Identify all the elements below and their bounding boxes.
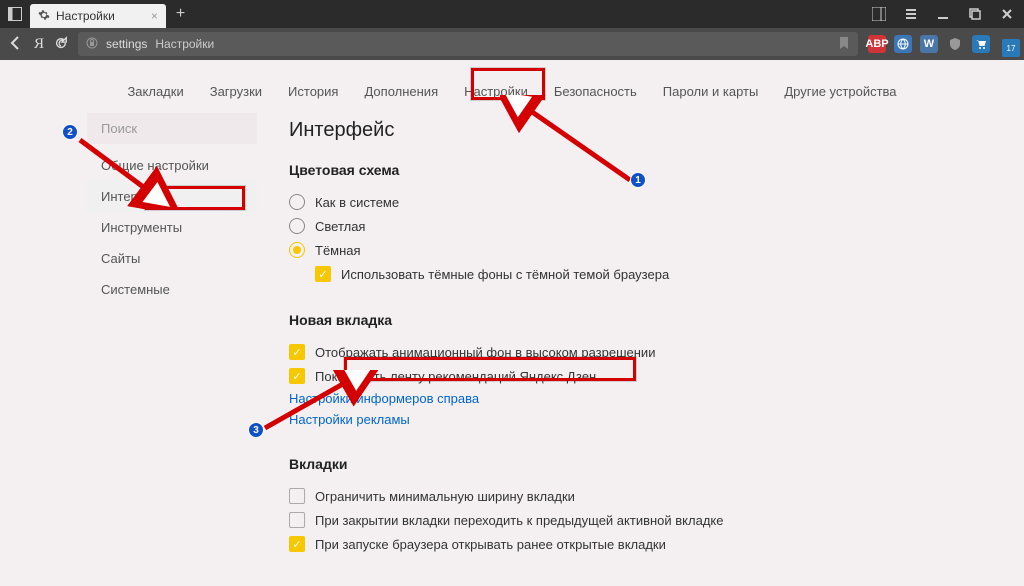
browser-tab[interactable]: Настройки × [30, 4, 166, 28]
nav-passwords[interactable]: Пароли и карты [661, 80, 761, 103]
site-lock-icon [86, 37, 98, 52]
shield-icon[interactable] [946, 35, 964, 53]
settings-main: Интерфейс Цветовая схема Как в системе С… [277, 113, 937, 586]
minimize-icon[interactable] [934, 7, 952, 21]
check-zen-feed[interactable]: ✓Показывать ленту рекомендаций Яндекс.Дз… [289, 364, 925, 388]
maximize-icon[interactable] [966, 7, 984, 21]
settings-topnav: Закладки Загрузки История Дополнения Нас… [0, 60, 1024, 113]
nav-security[interactable]: Безопасность [552, 80, 639, 103]
close-window-icon[interactable] [998, 7, 1016, 21]
radio-system[interactable]: Как в системе [289, 190, 925, 214]
sidebar-search[interactable]: Поиск [87, 113, 257, 144]
yandex-home-icon[interactable]: Я [34, 36, 44, 53]
sidebar-item-interface[interactable]: Интерфейс [87, 181, 257, 212]
radio-light[interactable]: Светлая [289, 214, 925, 238]
link-ads[interactable]: Настройки рекламы [289, 409, 925, 430]
cart-extension-icon[interactable] [972, 35, 990, 53]
section-new-tab: Новая вкладка [289, 312, 925, 328]
reload-icon[interactable] [54, 36, 68, 53]
annotation-number-1: 1 [630, 172, 646, 188]
omnibox-prefix: settings [106, 37, 147, 51]
adblock-icon[interactable]: ABP [868, 35, 886, 53]
check-dark-backgrounds[interactable]: ✓Использовать тёмные фоны с тёмной темой… [289, 262, 925, 286]
check-min-width[interactable]: Ограничить минимальную ширину вкладки [289, 484, 925, 508]
globe-extension-icon[interactable] [894, 35, 912, 53]
window-titlebar: Настройки × + [0, 0, 1024, 28]
annotation-number-2: 2 [62, 124, 78, 140]
omnibox[interactable]: settings Настройки [78, 32, 858, 56]
link-informers[interactable]: Настройки информеров справа [289, 388, 925, 409]
omnibox-text: Настройки [155, 37, 214, 51]
downloads-icon[interactable]: 17 [998, 35, 1016, 53]
panel-icon[interactable] [870, 7, 888, 21]
address-toolbar: Я settings Настройки ABP W 17 [0, 28, 1024, 60]
gear-icon [38, 9, 50, 24]
close-tab-icon[interactable]: × [121, 9, 158, 23]
sidebar-item-sites[interactable]: Сайты [87, 243, 257, 274]
nav-history[interactable]: История [286, 80, 340, 103]
back-icon[interactable] [8, 35, 24, 54]
sidebar-item-tools[interactable]: Инструменты [87, 212, 257, 243]
sidebar-toggle-icon[interactable] [0, 7, 30, 21]
sidebar-item-system[interactable]: Системные [87, 274, 257, 305]
check-anim-background[interactable]: ✓Отображать анимационный фон в высоком р… [289, 340, 925, 364]
bookmark-icon[interactable] [838, 36, 850, 53]
new-tab-button[interactable]: + [166, 5, 195, 23]
vk-icon[interactable]: W [920, 35, 938, 53]
check-restore-tabs[interactable]: ✓При запуске браузера открывать ранее от… [289, 532, 925, 556]
nav-devices[interactable]: Другие устройства [782, 80, 898, 103]
nav-settings[interactable]: Настройки [462, 80, 530, 103]
radio-dark[interactable]: Тёмная [289, 238, 925, 262]
settings-sidebar: Поиск Общие настройки Интерфейс Инструме… [87, 113, 257, 586]
nav-addons[interactable]: Дополнения [362, 80, 440, 103]
section-tabs: Вкладки [289, 456, 925, 472]
nav-bookmarks[interactable]: Закладки [125, 80, 185, 103]
section-color-scheme: Цветовая схема [289, 162, 925, 178]
sidebar-item-general[interactable]: Общие настройки [87, 150, 257, 181]
nav-downloads[interactable]: Загрузки [208, 80, 264, 103]
downloads-badge: 17 [1002, 39, 1020, 57]
check-prev-tab[interactable]: При закрытии вкладки переходить к предыд… [289, 508, 925, 532]
page-title: Интерфейс [289, 119, 925, 142]
menu-icon[interactable] [902, 7, 920, 21]
annotation-number-3: 3 [248, 422, 264, 438]
tab-title: Настройки [56, 9, 115, 23]
